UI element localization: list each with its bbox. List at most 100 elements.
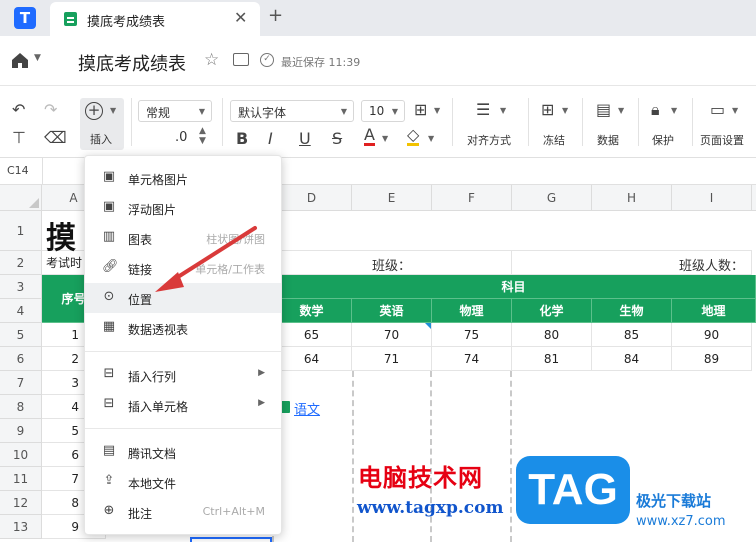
menu-item-location[interactable]: ⊙ 位置	[85, 283, 281, 313]
score-cell[interactable]: 80	[512, 323, 592, 347]
score-cell[interactable]: 90	[672, 323, 752, 347]
sheet-link[interactable]: 语文	[294, 399, 320, 418]
comment-icon: ⊕	[103, 503, 115, 518]
row-header[interactable]: 3	[0, 275, 42, 299]
menu-item-label: 图表	[128, 233, 153, 247]
watermark-brand-url: www.xz7.com	[636, 514, 726, 529]
column-header[interactable]: E	[352, 185, 432, 211]
watermark-site-url: www.tagxp.com	[357, 498, 504, 518]
undo-icon[interactable]: ↶	[12, 100, 25, 119]
pivot-table-icon: ▦	[102, 319, 116, 334]
score-cell[interactable]: 75	[432, 323, 512, 347]
document-icon: ▤	[102, 443, 116, 458]
subject-header[interactable]: 科目	[272, 275, 756, 299]
score-cell[interactable]: 84	[592, 347, 672, 371]
cell-reference[interactable]: C14	[7, 164, 29, 177]
menu-item-hint: 单元格/工作表	[195, 263, 265, 276]
menu-item-label: 插入单元格	[128, 400, 189, 414]
subject-cell[interactable]: 生物	[592, 299, 672, 323]
image-icon: ▣	[102, 169, 116, 184]
menu-item-tencent-doc[interactable]: ▤ 腾讯文档	[85, 437, 281, 467]
row-header[interactable]: 7	[0, 371, 42, 395]
save-status: 最近保存 11:39	[281, 56, 361, 69]
row-header[interactable]: 9	[0, 419, 42, 443]
column-header[interactable]: G	[512, 185, 592, 211]
selected-cell[interactable]	[190, 537, 272, 542]
row-header[interactable]: 10	[0, 443, 42, 467]
score-cell[interactable]: 74	[432, 347, 512, 371]
move-to-folder-icon[interactable]	[233, 53, 249, 66]
eraser-icon[interactable]: ⌫	[44, 128, 67, 147]
row-header[interactable]: 4	[0, 299, 42, 323]
row-header[interactable]: 1	[0, 211, 42, 251]
row-header[interactable]: 5	[0, 323, 42, 347]
watermark-tag-logo: TAG	[516, 456, 630, 524]
insert-button[interactable]: + ▼ 插入	[80, 98, 124, 150]
row-header[interactable]: 8	[0, 395, 42, 419]
menu-item-cell-image[interactable]: ▣ 单元格图片	[85, 163, 281, 193]
tab-bar: T 摸底考成绩表 ✕ +	[0, 0, 756, 36]
score-cell[interactable]: 70	[352, 323, 432, 347]
row-header[interactable]: 2	[0, 251, 42, 275]
score-cell[interactable]: 64	[272, 347, 352, 371]
upload-icon: ⇪	[103, 473, 115, 488]
score-cell[interactable]: 85	[592, 323, 672, 347]
menu-item-floating-image[interactable]: ▣ 浮动图片	[85, 193, 281, 223]
location-pin-icon: ⊙	[103, 289, 115, 304]
column-header[interactable]	[752, 185, 756, 211]
app-logo-icon[interactable]: T	[14, 7, 36, 29]
home-icon[interactable]	[11, 51, 29, 69]
menu-item-chart[interactable]: ▥ 图表 柱状图/饼图	[85, 223, 281, 253]
subject-cell[interactable]: 物理	[432, 299, 512, 323]
menu-item-label: 本地文件	[128, 477, 177, 491]
chevron-right-icon: ▶	[258, 368, 265, 378]
format-painter-icon[interactable]: ⊤	[12, 128, 26, 147]
add-tab-icon[interactable]: +	[268, 5, 283, 26]
menu-divider	[85, 428, 281, 429]
insert-cell-icon: ⊟	[103, 396, 115, 411]
row-header[interactable]: 13	[0, 515, 42, 539]
chevron-down-icon[interactable]: ▼	[34, 53, 41, 63]
column-header[interactable]: F	[432, 185, 512, 211]
close-icon[interactable]: ✕	[234, 8, 247, 27]
menu-item-local-file[interactable]: ⇪ 本地文件	[85, 467, 281, 497]
menu-item-hint: 柱状图/饼图	[206, 233, 265, 246]
column-header[interactable]: I	[672, 185, 752, 211]
star-icon[interactable]: ☆	[204, 50, 219, 70]
menu-item-insert-cell[interactable]: ⊟ 插入单元格 ▶	[85, 390, 281, 420]
subject-cell[interactable]: 数学	[272, 299, 352, 323]
menu-item-label: 浮动图片	[128, 203, 177, 217]
select-all-corner[interactable]	[0, 185, 42, 211]
subject-cell[interactable]: 英语	[352, 299, 432, 323]
chart-icon: ▥	[102, 229, 116, 244]
tab-document[interactable]: 摸底考成绩表 ✕	[50, 2, 260, 36]
score-cell[interactable]: 89	[672, 347, 752, 371]
menu-item-insert-row-col[interactable]: ⊟ 插入行列 ▶	[85, 360, 281, 390]
menu-item-comment[interactable]: ⊕ 批注 Ctrl+Alt+M	[85, 497, 281, 527]
menu-item-link[interactable]: 🔗︎ 链接 单元格/工作表	[85, 253, 281, 283]
row-header[interactable]: 6	[0, 347, 42, 371]
redo-icon[interactable]: ↷	[44, 100, 57, 119]
row-header[interactable]: 11	[0, 467, 42, 491]
tab-title: 摸底考成绩表	[87, 15, 166, 30]
score-cell[interactable]: 65	[272, 323, 352, 347]
column-header[interactable]: H	[592, 185, 672, 211]
score-cell[interactable]: 71	[352, 347, 432, 371]
menu-item-pivot-table[interactable]: ▦ 数据透视表	[85, 313, 281, 343]
insert-menu: ▣ 单元格图片 ▣ 浮动图片 ▥ 图表 柱状图/饼图 🔗︎ 链接 单元格/工作表…	[84, 155, 282, 535]
chevron-right-icon: ▶	[258, 398, 265, 408]
subject-cell[interactable]: 化学	[512, 299, 592, 323]
watermark-site-name: 电脑技术网	[358, 464, 483, 492]
subject-cell[interactable]: 地理	[672, 299, 756, 323]
link-icon: 🔗︎	[102, 259, 119, 274]
row-header[interactable]: 12	[0, 491, 42, 515]
chevron-down-icon: ▼	[110, 106, 117, 115]
plus-circle-icon: +	[85, 102, 103, 120]
check-icon: ✓	[260, 53, 274, 67]
score-cell[interactable]: 81	[512, 347, 592, 371]
menu-item-label: 批注	[128, 507, 153, 521]
menu-item-label: 单元格图片	[128, 173, 189, 187]
column-header[interactable]: D	[272, 185, 352, 211]
menu-item-label: 腾讯文档	[128, 447, 177, 461]
page-title[interactable]: 摸底考成绩表	[78, 50, 186, 76]
